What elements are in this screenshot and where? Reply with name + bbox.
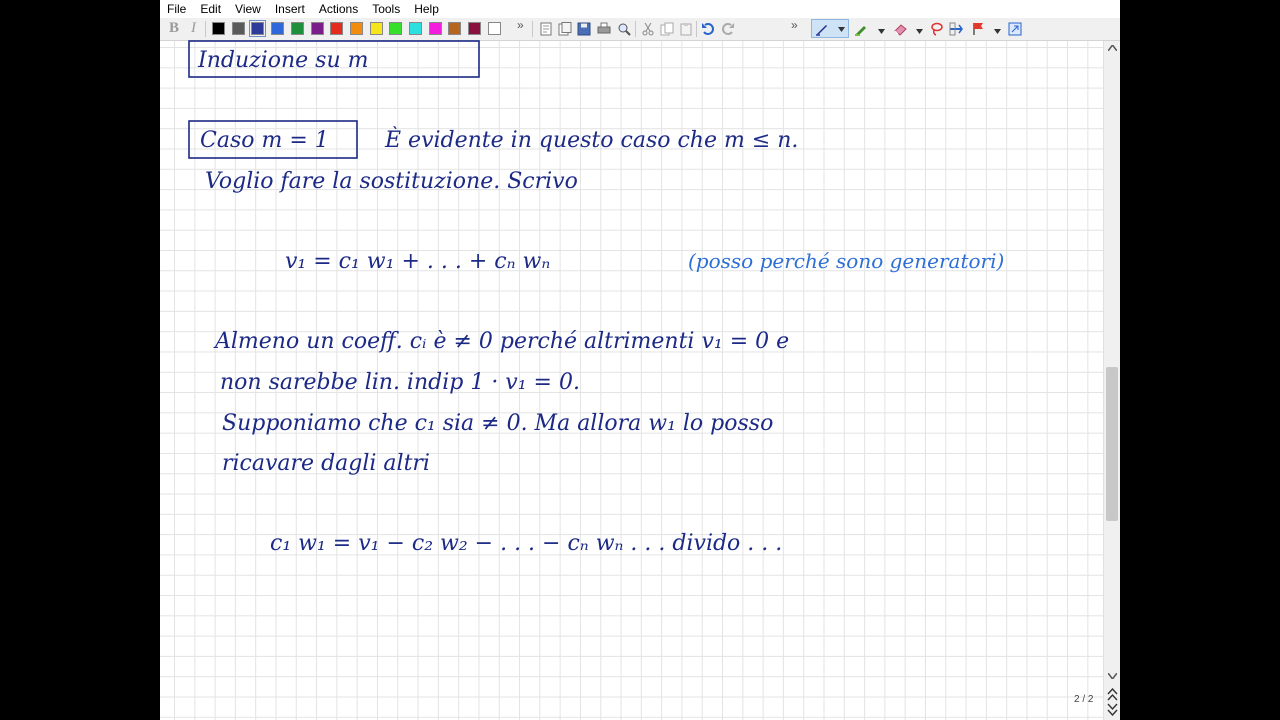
page-nav-icon[interactable] <box>1107 688 1118 716</box>
insert-space-icon[interactable] <box>949 22 963 36</box>
pen-icon <box>816 25 827 36</box>
chevron-down-icon[interactable] <box>994 29 1001 34</box>
color-swatch[interactable] <box>448 22 462 35</box>
flag-icon[interactable] <box>971 22 985 36</box>
toolbar-overflow-button[interactable]: » <box>791 18 798 32</box>
cut-icon[interactable] <box>641 22 655 36</box>
page-indicator: 2 / 2 <box>1074 694 1094 705</box>
print-icon[interactable] <box>597 22 611 36</box>
color-swatch[interactable] <box>349 22 363 35</box>
chevron-down-icon[interactable] <box>878 29 885 34</box>
color-swatch[interactable] <box>409 22 422 35</box>
color-swatch[interactable] <box>310 22 324 35</box>
save-icon[interactable] <box>577 22 591 36</box>
menu-help[interactable]: Help <box>407 0 446 18</box>
copy-icon[interactable] <box>660 22 674 36</box>
highlighter-icon[interactable] <box>854 22 868 36</box>
eraser-icon[interactable] <box>893 22 907 36</box>
vertical-scrollbar[interactable] <box>1103 41 1120 720</box>
color-swatch[interactable] <box>389 22 403 35</box>
undo-icon[interactable] <box>701 22 715 36</box>
color-swatch[interactable] <box>369 22 383 35</box>
new-page-icon[interactable] <box>539 22 553 36</box>
scroll-down-icon[interactable] <box>1108 673 1117 679</box>
color-swatch[interactable] <box>330 22 344 35</box>
color-swatch[interactable] <box>290 22 304 35</box>
color-swatch[interactable] <box>468 22 482 35</box>
color-swatch[interactable] <box>231 22 245 35</box>
color-swatch[interactable] <box>249 20 267 37</box>
pen-tool-active[interactable] <box>811 19 849 38</box>
menu-actions[interactable]: Actions <box>312 0 365 18</box>
fit-icon[interactable] <box>1008 22 1022 36</box>
color-swatch[interactable] <box>428 22 442 35</box>
chevron-down-icon[interactable] <box>916 29 923 34</box>
menu-edit[interactable]: Edit <box>193 0 228 18</box>
chevron-down-icon[interactable] <box>838 27 845 32</box>
color-swatch[interactable] <box>271 22 285 35</box>
zoom-icon[interactable] <box>617 22 631 36</box>
menu-bar: File Edit View Insert Actions Tools Help <box>160 0 1120 18</box>
menu-tools[interactable]: Tools <box>365 0 407 18</box>
redo-icon[interactable] <box>721 22 735 36</box>
toolbar-overflow-button[interactable]: » <box>517 18 524 32</box>
menu-view[interactable]: View <box>228 0 268 18</box>
menu-insert[interactable]: Insert <box>268 0 312 18</box>
journal-window: File Edit View Insert Actions Tools Help… <box>160 0 1120 720</box>
color-swatch[interactable] <box>212 22 225 35</box>
new-page-copy-icon[interactable] <box>558 22 572 36</box>
toolbar-divider <box>205 21 206 37</box>
scroll-up-icon[interactable] <box>1108 45 1117 51</box>
paste-icon[interactable] <box>679 22 693 36</box>
color-swatch[interactable] <box>487 22 501 35</box>
notebook-page[interactable] <box>160 41 1103 720</box>
scrollbar-thumb[interactable] <box>1106 367 1118 521</box>
toolbar-divider <box>635 21 636 37</box>
lasso-icon[interactable] <box>930 22 944 36</box>
toolbar: B I » » <box>160 18 1120 41</box>
toolbar-divider <box>696 21 697 37</box>
italic-button[interactable]: I <box>191 20 196 37</box>
toolbar-divider <box>532 21 533 37</box>
bold-button[interactable]: B <box>169 20 179 37</box>
menu-file[interactable]: File <box>160 0 193 18</box>
